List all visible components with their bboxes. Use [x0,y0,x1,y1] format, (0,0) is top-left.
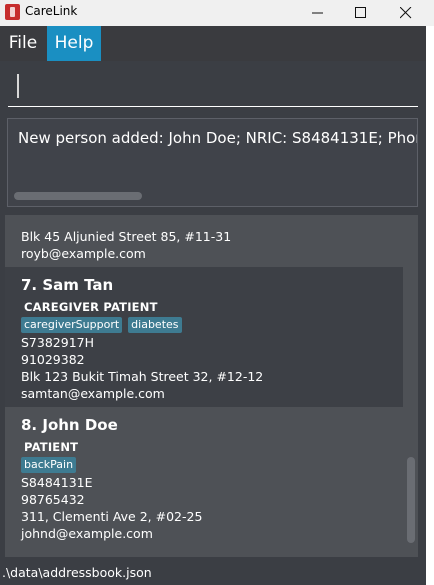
status-file-path: .\data\addressbook.json [2,565,152,580]
result-message: New person added: John Doe; NRIC: S84841… [18,129,418,147]
app-icon [5,4,20,20]
person-roles: CAREGIVER PATIENT [24,300,158,314]
close-button[interactable] [383,0,429,26]
window-title: CareLink [25,4,78,18]
person-phone: 98765432 [21,492,85,507]
tag-badge: diabetes [128,317,182,333]
person-email: samtan@example.com [21,386,165,401]
text-caret [17,74,19,98]
result-display[interactable]: New person added: John Doe; NRIC: S84841… [7,118,418,207]
result-horizontal-scrollbar[interactable] [14,192,142,200]
person-address: Blk 123 Bukit Timah Street 32, #12-12 [21,369,264,384]
divider [0,207,434,215]
background-window-edge [426,26,434,585]
tag-badge: caregiverSupport [21,317,123,333]
person-roles: PATIENT [24,440,79,454]
person-address: Blk 45 Aljunied Street 85, #11-31 [21,229,232,244]
menu-help[interactable]: Help [47,26,101,61]
menu-file[interactable]: File [0,26,46,61]
person-card[interactable]: Blk 45 Aljunied Street 85, #11-31 royb@e… [5,215,403,267]
person-nric: S7382917H [21,335,95,350]
minimize-button[interactable] [295,0,341,26]
person-email: johnd@example.com [21,526,153,541]
person-address: 311, Clementi Ave 2, #02-25 [21,509,203,524]
person-name: 7. Sam Tan [21,276,114,294]
person-name: 8. John Doe [21,416,118,434]
maximize-icon [355,7,366,18]
person-nric: S8484131E [21,475,93,490]
person-email: royb@example.com [21,246,146,261]
person-card[interactable]: 7. Sam Tan CAREGIVER PATIENT caregiverSu… [5,267,403,407]
person-tags: caregiverSupport diabetes [21,317,182,333]
list-scrollbar-thumb[interactable] [407,457,415,543]
close-icon [400,7,412,19]
minimize-icon [312,12,323,14]
maximize-button[interactable] [338,0,384,26]
person-tags: backPain [21,457,77,473]
person-phone: 91029382 [21,352,85,367]
command-input[interactable] [8,67,418,107]
person-list[interactable]: Blk 45 Aljunied Street 85, #11-31 royb@e… [5,215,418,557]
person-card[interactable]: 8. John Doe PATIENT backPain S8484131E 9… [5,407,403,557]
tag-badge: backPain [21,457,77,473]
